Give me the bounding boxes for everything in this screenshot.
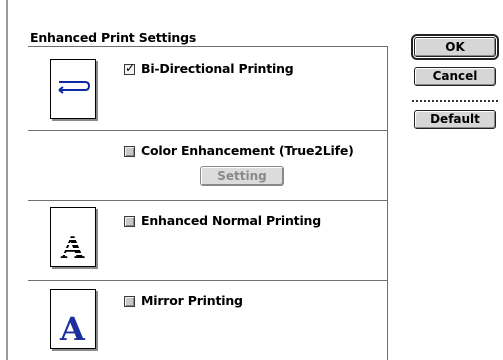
enhanced-normal-label: Enhanced Normal Printing <box>141 213 321 228</box>
svg-text:A: A <box>59 310 86 348</box>
separator <box>28 280 388 281</box>
setting-button[interactable]: Setting <box>200 166 284 186</box>
color-enhancement-checkbox[interactable] <box>124 146 135 157</box>
bidirectional-arrow-icon <box>50 59 96 119</box>
default-button[interactable]: Default <box>414 110 496 129</box>
bidirectional-checkbox[interactable] <box>124 61 135 75</box>
group-title: Enhanced Print Settings <box>30 30 197 45</box>
separator <box>28 200 388 201</box>
enhanced-normal-checkbox[interactable] <box>124 216 135 227</box>
letter-a-blue-icon: A <box>50 289 96 349</box>
ok-button[interactable]: OK <box>411 34 499 60</box>
letter-a-striped-icon: A <box>50 207 96 267</box>
mirror-printing-checkbox[interactable] <box>124 296 135 307</box>
color-enhancement-label: Color Enhancement (True2Life) <box>141 143 354 158</box>
dialog-left-border <box>6 0 8 360</box>
cancel-button[interactable]: Cancel <box>414 67 496 86</box>
dotted-divider <box>412 100 498 102</box>
separator <box>28 130 388 131</box>
bidirectional-label: Bi-Directional Printing <box>141 61 294 76</box>
enhanced-print-settings-dialog: Enhanced Print Settings Bi-Directional P… <box>0 0 503 360</box>
mirror-printing-label: Mirror Printing <box>141 293 243 308</box>
